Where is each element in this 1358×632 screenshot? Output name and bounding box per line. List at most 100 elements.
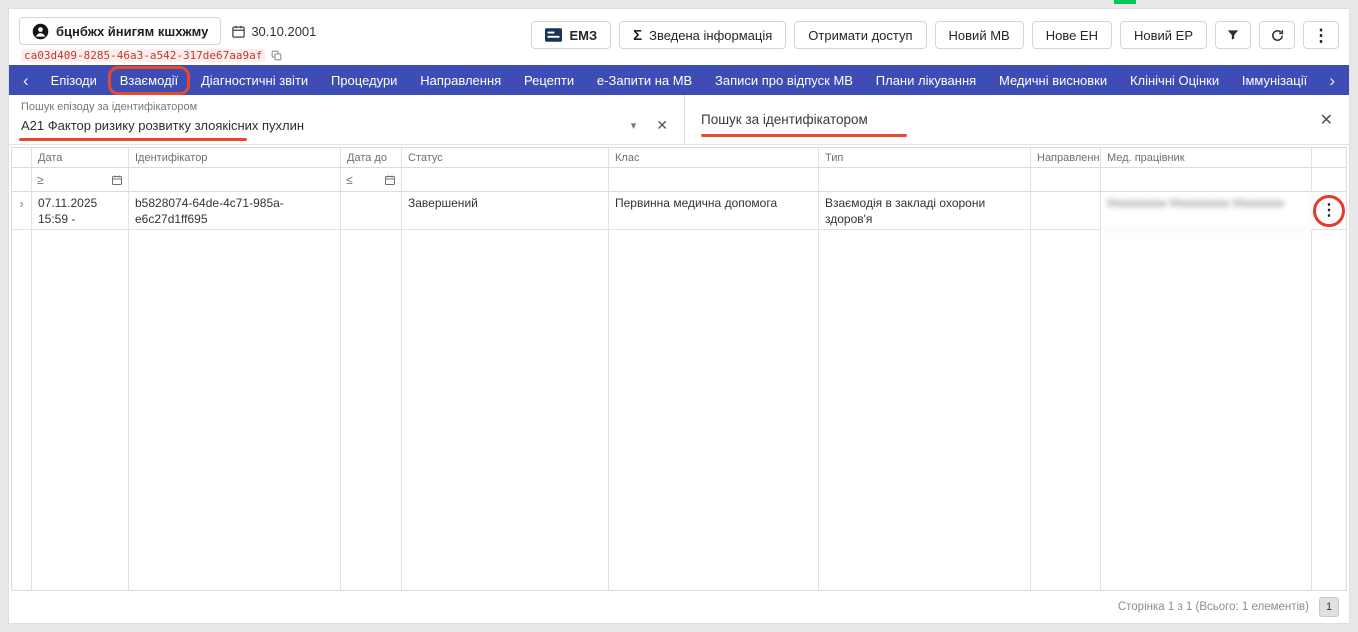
- table-filler-cell: [341, 230, 402, 590]
- table-filler-cell: [609, 230, 819, 590]
- filter-button[interactable]: [1215, 21, 1251, 49]
- new-en-label: Нове ЕН: [1045, 27, 1098, 43]
- encounters-table: Дата Ідентифікатор Дата до Статус Клас Т…: [11, 147, 1347, 591]
- screen-artifact-marker: [1114, 0, 1136, 4]
- col-header-date[interactable]: Дата: [32, 148, 129, 168]
- filter-cell-type[interactable]: [819, 168, 1031, 192]
- tab-interactions[interactable]: Взаємодії: [107, 65, 191, 95]
- app-window: бцнбжх йнигям кшхжму 30.10.2001 ca03d409…: [0, 0, 1358, 632]
- date-from: 07.11.2025 15:59 -: [38, 196, 98, 227]
- tab-mv-dispense-records[interactable]: Записи про відпуск МВ: [715, 73, 853, 88]
- more-button[interactable]: ⋮: [1303, 21, 1339, 49]
- pagination-summary: Сторінка 1 з 1 (Всього: 1 елементів): [1117, 601, 1309, 613]
- copy-icon[interactable]: [270, 49, 283, 62]
- new-mv-label: Новий МВ: [948, 27, 1010, 43]
- tab-clinical-assessments[interactable]: Клінічні Оцінки: [1130, 73, 1219, 88]
- date-to-picker-icon[interactable]: [384, 174, 396, 186]
- filter-cell-class[interactable]: [609, 168, 819, 192]
- filter-cell-practitioner[interactable]: [1101, 168, 1312, 192]
- summary-info-label: Зведена інформація: [649, 27, 773, 43]
- tab-episodes[interactable]: Епізоди: [51, 73, 97, 88]
- col-header-type[interactable]: Тип: [819, 148, 1031, 168]
- tab-immunizations[interactable]: Іммунізації: [1242, 73, 1307, 88]
- col-header-expander: [12, 148, 32, 168]
- col-header-date-to[interactable]: Дата до: [341, 148, 402, 168]
- refresh-button[interactable]: [1259, 21, 1295, 49]
- emz-card-icon: [545, 28, 563, 42]
- row-expand-icon[interactable]: ›: [12, 192, 32, 230]
- header-actions: ЕМЗ Σ Зведена інформація Отримати доступ…: [531, 21, 1339, 65]
- table-filler-cell: [12, 230, 32, 590]
- filter-cell-date-to[interactable]: ≤: [341, 168, 402, 192]
- col-header-referral[interactable]: Направлення: [1031, 148, 1101, 168]
- main-content: бцнбжх йнигям кшхжму 30.10.2001 ca03d409…: [8, 8, 1350, 624]
- cell-type: Взаємодія в закладі охорони здоров'я: [819, 192, 1031, 230]
- identifier-search-panel: Пошук за ідентифікатором ✕: [685, 95, 1349, 144]
- date-from-picker-icon[interactable]: [111, 174, 123, 186]
- tab-diagnostic-reports[interactable]: Діагностичні звіти: [201, 73, 308, 88]
- tab-interactions-label: Взаємодії: [119, 72, 179, 88]
- cell-date: 07.11.2025 15:59 - 07.11.2025 16:19: [32, 192, 129, 230]
- sigma-icon: Σ: [633, 26, 643, 44]
- birth-date: 30.10.2001: [251, 23, 317, 39]
- tab-e-requests-mv[interactable]: е-Запити на МВ: [597, 73, 692, 88]
- tab-prescriptions[interactable]: Рецепти: [524, 73, 574, 88]
- emz-button[interactable]: ЕМЗ: [531, 21, 612, 49]
- col-header-practitioner[interactable]: Мед. працівник: [1101, 148, 1312, 168]
- col-header-identifier[interactable]: Ідентифікатор: [129, 148, 341, 168]
- filter-cell-identifier[interactable]: [129, 168, 341, 192]
- col-header-class[interactable]: Клас: [609, 148, 819, 168]
- episode-search-panel: Пошук епізоду за ідентифікатором А21 Фак…: [9, 95, 685, 144]
- new-en-button[interactable]: Нове ЕН: [1031, 21, 1112, 49]
- patient-button[interactable]: бцнбжх йнигям кшхжму: [19, 17, 222, 45]
- col-header-status[interactable]: Статус: [402, 148, 609, 168]
- patient-info-block: бцнбжх йнигям кшхжму 30.10.2001 ca03d409…: [19, 17, 316, 65]
- get-access-button[interactable]: Отримати доступ: [794, 21, 927, 49]
- nav-scroll-right-button[interactable]: ›: [1325, 72, 1339, 89]
- table-filler-cell: [1312, 230, 1346, 590]
- kebab-icon: ⋮: [1312, 25, 1330, 45]
- tab-care-plans[interactable]: Плани лікування: [876, 73, 976, 88]
- patient-uuid: ca03d409-8285-46a3-a542-317de67aa9af: [21, 49, 266, 62]
- close-search-button[interactable]: ✕: [1320, 110, 1333, 130]
- cell-practitioner-redacted: Ммммммм Ммммммм Мммммм: [1101, 192, 1312, 230]
- table-filler-cell: [402, 230, 609, 590]
- filter-cell-expander: [12, 168, 32, 192]
- table-filler-cell: [32, 230, 129, 590]
- patient-name: бцнбжх йнигям кшхжму: [56, 23, 209, 39]
- person-icon: [32, 23, 49, 40]
- new-er-button[interactable]: Новий ЕР: [1119, 21, 1207, 49]
- date-to-operator: ≤: [346, 172, 353, 187]
- top-bar: бцнбжх йнигям кшхжму 30.10.2001 ca03d409…: [9, 9, 1349, 65]
- episode-search-value[interactable]: А21 Фактор ризику розвитку злоякісних пу…: [21, 118, 631, 133]
- cell-actions: ⋮: [1312, 192, 1346, 230]
- dropdown-caret-icon[interactable]: ▾: [631, 119, 637, 132]
- tab-referrals[interactable]: Направлення: [420, 73, 501, 88]
- filter-cell-date[interactable]: ≥: [32, 168, 129, 192]
- tab-medical-conclusions[interactable]: Медичні висновки: [999, 73, 1107, 88]
- birth-date-block: 30.10.2001: [231, 24, 316, 39]
- nav-scroll-left-button[interactable]: ‹: [19, 72, 33, 89]
- filter-cell-referral[interactable]: [1031, 168, 1101, 192]
- cell-date-to: [341, 192, 402, 230]
- identifier-search-label[interactable]: Пошук за ідентифікатором: [701, 112, 868, 127]
- table-filler-cell: [1101, 230, 1312, 590]
- row-actions-button[interactable]: ⋮: [1321, 200, 1337, 222]
- filter-cell-status[interactable]: [402, 168, 609, 192]
- summary-info-button[interactable]: Σ Зведена інформація: [619, 21, 787, 49]
- cell-status: Завершений: [402, 192, 609, 230]
- funnel-icon: [1226, 28, 1240, 42]
- cell-class: Первинна медична допомога: [609, 192, 819, 230]
- annotation-underline-identifier-search: [701, 133, 907, 137]
- new-mv-button[interactable]: Новий МВ: [934, 21, 1024, 49]
- calendar-icon: [231, 24, 246, 39]
- episode-search-label: Пошук епізоду за ідентифікатором: [21, 101, 198, 113]
- table-filler-cell: [819, 230, 1031, 590]
- cell-identifier: b5828074-64de-4c71-985a-e6c27d1ff695: [129, 192, 341, 230]
- tab-procedures[interactable]: Процедури: [331, 73, 397, 88]
- module-nav-bar: ‹ Епізоди Взаємодії Діагностичні звіти П…: [9, 65, 1349, 95]
- filter-cell-actions: [1312, 168, 1346, 192]
- page-1-button[interactable]: 1: [1319, 597, 1339, 617]
- pagination-footer: Сторінка 1 з 1 (Всього: 1 елементів) 1: [9, 591, 1349, 623]
- clear-episode-filter-button[interactable]: ✕: [656, 117, 668, 134]
